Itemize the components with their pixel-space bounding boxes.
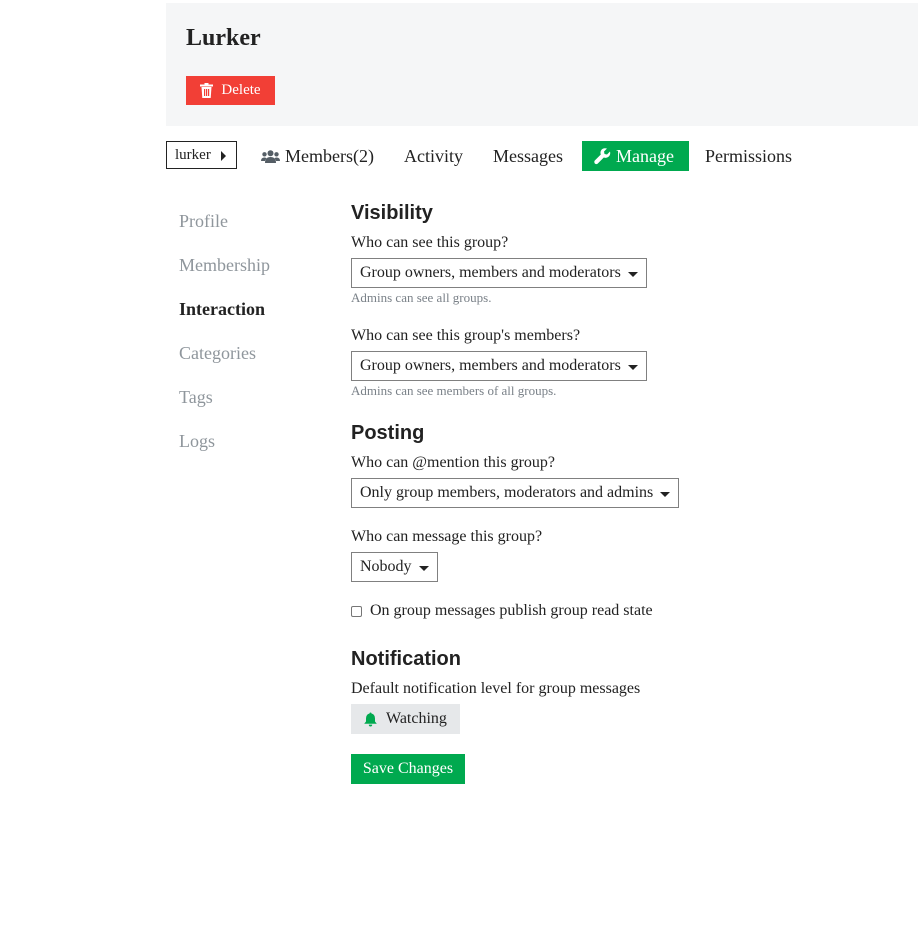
notification-level-label: Default notification level for group mes… [351,680,641,697]
message-select[interactable]: Nobody [351,552,438,582]
tab-manage-label: Manage [616,145,674,166]
bell-icon [364,712,377,726]
group-header: Lurker Delete [166,3,918,126]
tab-members-label: Members(2) [285,145,374,166]
caret-down-icon [628,272,638,277]
sidebar-item-categories[interactable]: Categories [179,343,256,364]
save-changes-button[interactable]: Save Changes [351,754,465,784]
sidebar-item-interaction[interactable]: Interaction [179,299,265,320]
caret-down-icon [628,365,638,370]
posting-title: Posting [351,422,425,444]
see-members-label: Who can see this group's members? [351,327,581,344]
message-value: Nobody [360,558,412,575]
group-selector-dropdown[interactable]: lurker [166,141,237,169]
sidebar-item-profile[interactable]: Profile [179,211,228,232]
users-icon [261,149,280,163]
delete-button[interactable]: Delete [186,76,275,105]
see-group-label: Who can see this group? [351,234,509,251]
notification-level-value: Watching [386,710,447,727]
see-group-value: Group owners, members and moderators [360,264,621,281]
see-members-value: Group owners, members and moderators [360,357,621,374]
tab-members[interactable]: Members(2) [261,141,374,171]
notification-title: Notification [351,648,461,670]
mention-label: Who can @mention this group? [351,454,556,471]
wrench-icon [594,147,611,164]
tab-activity[interactable]: Activity [404,141,463,171]
trash-icon [200,83,214,98]
group-nav: lurker Members(2) Activity Messages Mana… [166,141,918,171]
read-state-row: On group messages publish group read sta… [351,602,653,620]
tab-permissions[interactable]: Permissions [705,141,792,171]
mention-select[interactable]: Only group members, moderators and admin… [351,478,679,508]
see-members-hint: Admins can see members of all groups. [351,383,557,398]
tab-messages-label: Messages [493,145,563,166]
message-label: Who can message this group? [351,528,543,545]
see-group-select[interactable]: Group owners, members and moderators [351,258,647,288]
sidebar-item-tags[interactable]: Tags [179,387,213,408]
notification-level-button[interactable]: Watching [351,704,460,734]
mention-value: Only group members, moderators and admin… [360,484,654,501]
group-selector-label: lurker [175,146,211,163]
delete-label: Delete [221,82,261,98]
tab-manage[interactable]: Manage [582,141,689,171]
caret-down-icon [660,492,670,497]
sidebar-item-membership[interactable]: Membership [179,255,270,276]
see-members-select[interactable]: Group owners, members and moderators [351,351,647,381]
tab-messages[interactable]: Messages [493,141,563,171]
caret-right-icon [221,151,226,161]
read-state-label: On group messages publish group read sta… [370,602,653,619]
sidebar-item-logs[interactable]: Logs [179,431,215,452]
caret-down-icon [419,566,429,571]
tab-activity-label: Activity [404,145,463,166]
save-changes-label: Save Changes [362,760,454,777]
read-state-checkbox[interactable] [351,605,362,617]
see-group-hint: Admins can see all groups. [351,290,492,305]
visibility-title: Visibility [351,202,433,224]
page: Lurker Delete lurker Members(2) Activity… [0,0,918,939]
group-title: Lurker [186,25,261,51]
tab-permissions-label: Permissions [705,145,793,166]
